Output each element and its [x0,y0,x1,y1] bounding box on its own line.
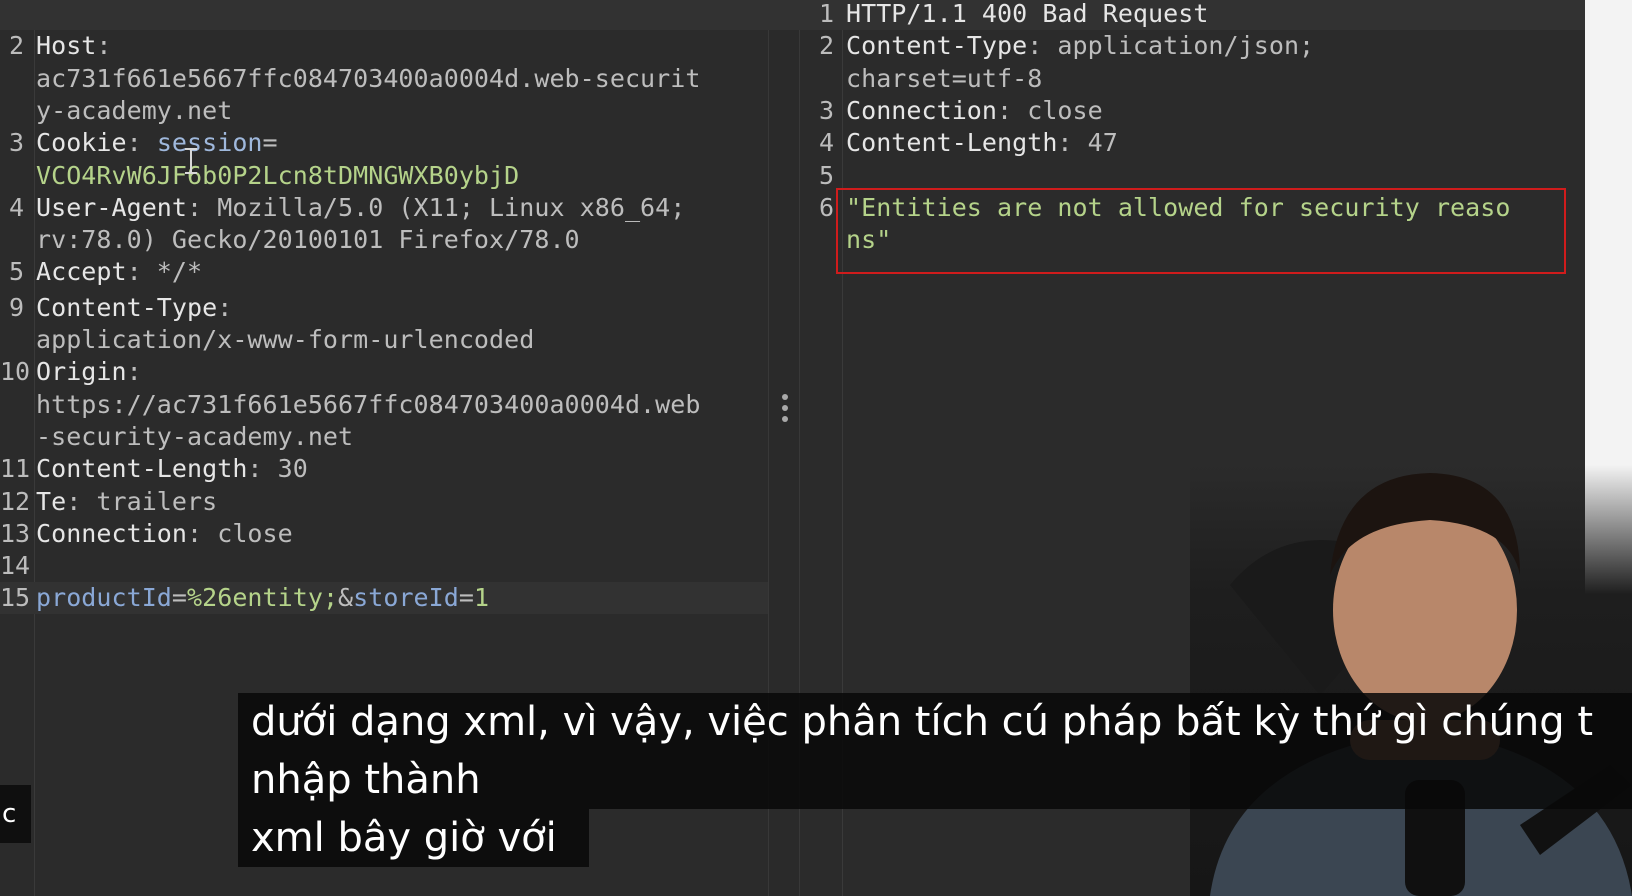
line-number: 1 [818,0,834,28]
subtitle-line-2: nhập thành [251,757,481,803]
line-number: 2 [818,31,834,61]
presenter-silhouette [1210,473,1632,896]
response-line[interactable]: charset=utf-8 [0,63,1585,95]
line-code: HTTP/1.1 400 Bad Request [846,0,1208,30]
response-line[interactable]: 2 Content-Type: application/json; [0,30,1585,62]
line-number: 6 [818,192,834,222]
code-token: HTTP/1.1 400 Bad Request [846,0,1209,28]
subtitle-box-top: dưới dạng xml, vì vậy, việc phân tích cú… [238,693,1632,809]
subtitle-line-1: dưới dạng xml, vì vậy, việc phân tích cú… [251,699,1594,745]
subtitle-line-3: xml bây giờ với [251,815,557,861]
code-token: : 47 [1057,128,1118,158]
response-line[interactable]: 1 HTTP/1.1 400 Bad Request [0,0,1585,30]
response-line[interactable]: 3 Connection: close [0,95,1585,127]
response-line[interactable]: 5 [0,160,1585,192]
code-token: Content-Length [846,128,1058,158]
code-token: Connection [846,95,998,125]
line-code: Content-Type: application/json; [846,30,1314,62]
presenter-webcam-overlay [1190,465,1632,896]
caption-badge[interactable]: c [0,785,31,843]
code-token: charset=utf-8 [846,63,1043,93]
code-token: : application/json; [1027,31,1315,61]
line-number: 5 [818,160,834,190]
line-number: 3 [818,95,834,125]
line-code: Connection: close [846,95,1103,127]
line-code: Content-Length: 47 [846,127,1118,159]
line-number: 4 [818,128,834,158]
error-message-highlight-box [836,188,1566,274]
code-token: Content-Type [846,31,1028,61]
subtitle-box-bottom: xml bây giờ với [238,809,589,867]
response-line[interactable]: 4 Content-Length: 47 [0,127,1585,159]
code-token: : close [997,95,1103,125]
line-code: charset=utf-8 [846,63,1042,95]
